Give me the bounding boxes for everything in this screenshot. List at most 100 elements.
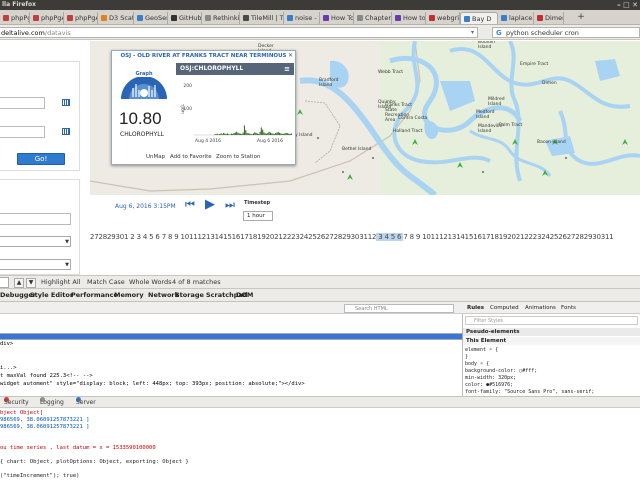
rules-tab-rules[interactable]: Rules xyxy=(467,302,484,314)
filter-styles-input[interactable]: Filter Styles xyxy=(465,316,638,325)
y-tick-label: 200 xyxy=(183,83,192,89)
filter-input[interactable] xyxy=(0,213,71,225)
browser-tab[interactable]: Dimen xyxy=(534,12,564,24)
browser-tab[interactable]: TileMill | Ti xyxy=(240,12,284,24)
step-back-icon[interactable]: ⏮ xyxy=(185,199,195,211)
html-search-input[interactable]: Search HTML xyxy=(344,304,454,313)
filter-select-1[interactable]: ▼ xyxy=(0,236,71,247)
search-bar[interactable]: Gpython scheduler cron xyxy=(492,27,640,38)
tab-label: GitHub xyxy=(179,14,202,22)
devtools-tab-memory[interactable]: Memory xyxy=(114,289,144,302)
console-filter-label: Server xyxy=(76,399,96,406)
css-rule-line[interactable]: font-family: "Source Sans Pro", sans-ser… xyxy=(465,389,640,396)
markup-line[interactable] xyxy=(0,349,463,356)
chlorophyll-chart[interactable]: 200100ug/LAug 4 2016 Aug 6 2016 xyxy=(178,77,294,145)
go-button[interactable]: Go! xyxy=(17,153,65,165)
css-rule-line[interactable]: element ☼ { xyxy=(465,347,640,354)
browser-tab[interactable]: phpPg xyxy=(0,12,30,24)
x-tick-label: Aug 4 2016 xyxy=(195,138,221,144)
browser-tab[interactable]: Bay D xyxy=(460,12,498,24)
timeline-before[interactable]: 272829301 2 3 4 5 6 7 8 9 10111213141516… xyxy=(90,233,376,241)
chart-bar xyxy=(241,133,243,135)
find-previous-icon[interactable]: ▲ xyxy=(14,278,24,288)
timeline-days[interactable]: 272829301 2 3 4 5 6 7 8 9 10111213141516… xyxy=(90,231,640,243)
unmap-link[interactable]: UnMap xyxy=(146,152,165,162)
zoom-station-link[interactable]: Zoom to Station xyxy=(216,152,260,162)
play-icon[interactable]: ▶ xyxy=(205,198,215,211)
devtools-tab-performance[interactable]: Performance xyxy=(71,289,118,302)
start-date-input[interactable] xyxy=(0,97,45,109)
pseudo-elements-header[interactable]: Pseudo-elements xyxy=(463,328,640,336)
map-label-contra: Contra Costa xyxy=(398,116,428,121)
window-buttons[interactable]: – □ ✕ xyxy=(608,0,638,10)
chart-bar xyxy=(229,134,231,135)
close-icon[interactable]: ✕ xyxy=(632,1,638,9)
chart-bar xyxy=(259,131,261,135)
markup-line[interactable] xyxy=(0,333,463,340)
markup-line[interactable]: i...> xyxy=(0,365,463,372)
chart-bar xyxy=(238,133,240,135)
browser-tab[interactable]: How To xyxy=(320,12,354,24)
end-date-input[interactable] xyxy=(0,126,45,138)
markup-line[interactable]: widget automent" style="display: block; … xyxy=(0,381,463,388)
rules-tab-computed[interactable]: Computed xyxy=(490,302,519,314)
rules-tab-animations[interactable]: Animations xyxy=(525,302,556,314)
find-next-icon[interactable]: ▼ xyxy=(26,278,36,288)
map-label-bouldin: Bouldin Island xyxy=(478,41,495,50)
url-bar[interactable]: deltalive.com/datavis ▾ xyxy=(0,27,478,38)
filter-select-2[interactable]: ▼ xyxy=(0,259,71,270)
css-rule-line[interactable]: min-width: 320px; xyxy=(465,375,640,382)
browser-tab[interactable]: How to xyxy=(392,12,426,24)
browser-tab[interactable]: GeoSer xyxy=(134,12,168,24)
whole-words-toggle[interactable]: Whole Words xyxy=(129,276,172,289)
browser-tab[interactable]: D3 Scat xyxy=(98,12,134,24)
markup-line[interactable]: t maxVal found 225.3<!-- --> xyxy=(0,373,463,380)
browser-tab[interactable]: noise - xyxy=(284,12,320,24)
close-icon[interactable]: ✕ xyxy=(288,51,293,61)
chart-bar xyxy=(232,133,234,135)
map-label-mildred: Mildred Island xyxy=(488,97,505,107)
css-rule-line[interactable]: color: ●#516976; xyxy=(465,382,640,389)
add-favorite-link[interactable]: Add to Favorite xyxy=(170,152,212,162)
markup-line[interactable]: div> xyxy=(0,341,463,348)
minimize-icon[interactable]: – xyxy=(617,1,621,9)
find-input[interactable] xyxy=(0,277,9,288)
css-rule-line[interactable]: } xyxy=(465,354,640,361)
console-line: ("timeIncrement"); true) xyxy=(0,473,80,479)
browser-tab[interactable]: Rethinking xyxy=(202,12,240,24)
map-label-empire: Empire Tract xyxy=(520,62,549,67)
devtools-tab-dom[interactable]: DOM xyxy=(236,289,253,302)
map-label-dimen: Dimen xyxy=(542,81,557,86)
console-line: ou time series , last datum = x = 153359… xyxy=(0,445,156,451)
browser-tab[interactable]: Chapter 9. xyxy=(354,12,392,24)
y-axis-label: ug/L xyxy=(180,104,186,114)
browser-tab[interactable]: phpPgA xyxy=(64,12,98,24)
gauge-widget[interactable]: Graph xyxy=(119,64,169,101)
match-case-toggle[interactable]: Match Case xyxy=(87,276,125,289)
find-status: 4 of 8 matches xyxy=(172,278,221,286)
browser-tab[interactable]: GitHub xyxy=(168,12,202,24)
rules-tab-fonts[interactable]: Fonts xyxy=(561,302,576,314)
browser-tab[interactable]: phpPgA xyxy=(30,12,64,24)
chart-bar xyxy=(285,132,287,135)
css-rule-line[interactable]: background-color: ○#fff; xyxy=(465,368,640,375)
css-rule-line[interactable]: body ☼ { xyxy=(465,361,640,368)
maximize-icon[interactable]: □ xyxy=(623,1,630,9)
browser-tab[interactable]: webgri xyxy=(426,12,460,24)
timestep-select[interactable]: 1 hour xyxy=(243,211,273,221)
highlight-all-toggle[interactable]: Highlight All xyxy=(41,276,80,289)
devtools-tab-style-editor[interactable]: Style Editor xyxy=(30,289,73,302)
step-forward-icon[interactable]: ⏭ xyxy=(225,199,235,211)
calendar-icon[interactable] xyxy=(62,99,70,106)
devtools-tab-storage[interactable]: Storage xyxy=(175,289,204,302)
new-tab-icon[interactable]: + xyxy=(576,12,586,24)
timeline-selected[interactable]: 3 4 5 6 xyxy=(376,233,404,241)
dropdown-arrow-icon[interactable]: ▾ xyxy=(471,28,474,38)
timeline-after[interactable]: 7 8 9 1011121314151617181920212223242526… xyxy=(403,233,613,241)
browser-tab[interactable]: laplace. xyxy=(498,12,534,24)
calendar-icon[interactable] xyxy=(62,128,70,135)
this-element-header: This Element xyxy=(463,337,640,345)
markup-line[interactable] xyxy=(0,357,463,364)
tab-bar: phpPg phpPgA phpPgA D3 Scat GeoSer GitHub Reth… xyxy=(0,10,640,25)
menu-icon[interactable]: ≡ xyxy=(284,63,290,75)
